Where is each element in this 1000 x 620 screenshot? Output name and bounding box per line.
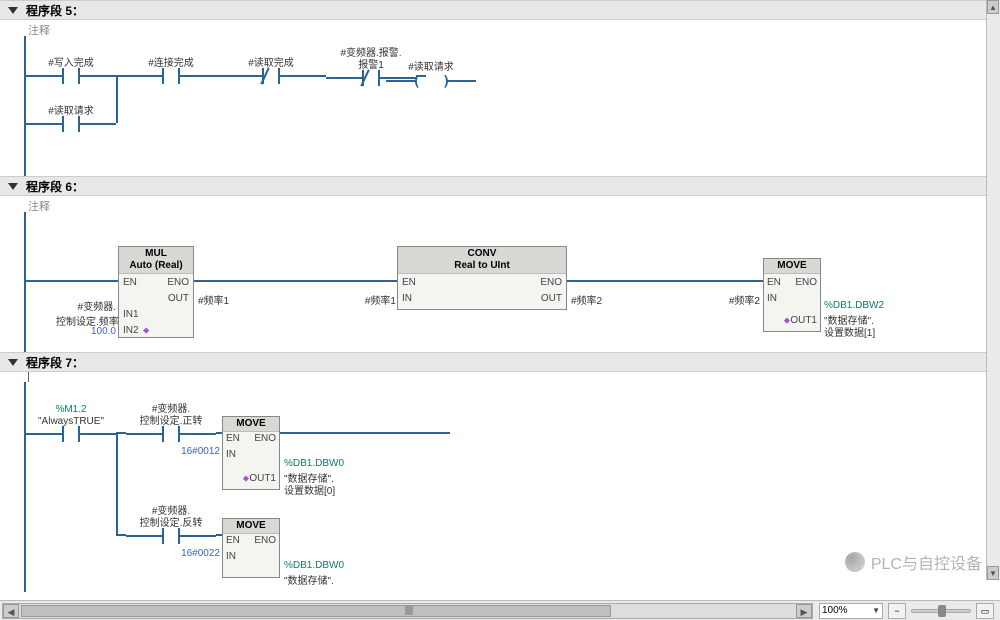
zoom-select[interactable]: 100% ▼ — [819, 603, 883, 619]
move-out-address: %DB1.DBW0 — [284, 458, 344, 469]
scroll-left-icon[interactable]: ◀ — [3, 604, 19, 618]
block-title: MOVE — [223, 417, 279, 432]
pin-in: IN — [767, 293, 777, 304]
move-block[interactable]: MOVE EN ENO IN OUT1 ⬥ — [222, 416, 280, 490]
contact-no[interactable]: #变频器. 控制设定.正转 — [126, 404, 216, 440]
contact-no[interactable]: #读取请求 — [26, 106, 116, 142]
scroll-down-icon[interactable]: ▼ — [987, 566, 999, 580]
block-subtype: Auto (Real) — [129, 260, 182, 271]
pin-in2: IN2 — [123, 325, 139, 336]
pin-en: EN — [767, 277, 781, 288]
contact-label: #变频器. — [126, 404, 216, 415]
pin-en: EN — [226, 535, 240, 546]
scroll-up-icon[interactable]: ▲ — [987, 0, 999, 14]
network-6-rung-area: MULAuto (Real) EN ENO OUT IN1 IN2 ⬥ #变频器… — [0, 212, 1000, 352]
contact-nc[interactable]: #读取完成 — [226, 58, 316, 94]
network-comment-7[interactable] — [0, 372, 1000, 382]
coil[interactable]: #读取请求 ( ) — [386, 58, 476, 94]
block-title: MOVE — [764, 259, 820, 274]
power-rail — [24, 212, 26, 352]
zoom-out-button[interactable]: − — [888, 603, 906, 619]
scrollbar-marker — [405, 605, 413, 615]
contact-label: #变频器. — [126, 506, 216, 517]
pin-out: OUT — [168, 293, 189, 304]
signal-freq1: #频率1 — [198, 292, 229, 307]
add-pin-icon[interactable]: ⬥ — [143, 325, 149, 336]
block-subtype: Real to UInt — [454, 260, 510, 271]
horizontal-scrollbar[interactable]: ◀ ▶ — [2, 603, 813, 619]
pin-out1: OUT1 — [790, 315, 817, 326]
ladder-editor-canvas[interactable]: 程序段 5： 注释 #写入完成 #连接完成 #读取完成 #变频器.报警. 报警1… — [0, 0, 1000, 600]
move-out-address: %DB1.DBW0 — [284, 560, 344, 571]
pin-eno: ENO — [254, 535, 276, 546]
add-pin-icon[interactable]: ⬥ — [243, 473, 249, 484]
network-title-7: 程序段 7： — [26, 354, 84, 371]
coil-label: #读取请求 — [386, 58, 476, 73]
move-block[interactable]: MOVE EN ENO IN OUT1 ⬥ — [763, 258, 821, 332]
contact-no[interactable]: #变频器. 控制设定.反转 — [126, 506, 216, 542]
signal-move-in: #频率2 — [718, 292, 760, 307]
network-7-rung-area: %M1.2 "AlwaysTRUE" #变频器. 控制设定.正转 MOVE EN… — [0, 382, 1000, 592]
pin-in: IN — [226, 551, 236, 562]
add-pin-icon[interactable]: ⬥ — [784, 315, 790, 326]
network-header-6[interactable]: 程序段 6： — [0, 176, 1000, 196]
contact-no[interactable]: #写入完成 — [26, 58, 116, 94]
conv-block[interactable]: CONVReal to UInt EN ENO IN OUT — [397, 246, 567, 310]
zoom-in-button[interactable]: ▭ — [976, 603, 994, 619]
pin-eno: ENO — [254, 433, 276, 444]
move-block[interactable]: MOVE EN ENO IN — [222, 518, 280, 578]
collapse-toggle-icon[interactable] — [8, 183, 18, 190]
status-bar: ◀ ▶ 100% ▼ − ▭ — [0, 600, 1000, 620]
zoom-value: 100% — [822, 605, 848, 616]
collapse-toggle-icon[interactable] — [8, 7, 18, 14]
pin-in: IN — [226, 449, 236, 460]
pin-eno: ENO — [167, 277, 189, 288]
move-out-symbol: 设置数据[0] — [284, 482, 335, 497]
block-title: MUL — [145, 248, 167, 259]
network-header-5[interactable]: 程序段 5： — [0, 0, 1000, 20]
signal-in1: #变频器. — [56, 298, 116, 313]
network-title-5: 程序段 5： — [26, 2, 84, 19]
move-out-address: %DB1.DBW2 — [824, 300, 884, 311]
mul-block[interactable]: MULAuto (Real) EN ENO OUT IN1 IN2 ⬥ — [118, 246, 194, 338]
scroll-right-icon[interactable]: ▶ — [796, 604, 812, 618]
slider-knob[interactable] — [938, 605, 946, 617]
vertical-scrollbar[interactable]: ▲ ▼ — [986, 0, 1000, 580]
literal-in2[interactable]: 100.0 — [78, 326, 116, 337]
signal-freq2: #频率2 — [571, 292, 602, 307]
network-title-6: 程序段 6： — [26, 178, 84, 195]
chevron-down-icon: ▼ — [872, 606, 880, 615]
block-title: MOVE — [223, 519, 279, 534]
collapse-toggle-icon[interactable] — [8, 359, 18, 366]
literal-move-in[interactable]: 16#0012 — [172, 446, 220, 457]
literal-move-in[interactable]: 16#0022 — [172, 548, 220, 559]
network-header-7[interactable]: 程序段 7： — [0, 352, 1000, 372]
network-5-rung-area: #写入完成 #连接完成 #读取完成 #变频器.报警. 报警1 #读取请求 ( ) — [0, 36, 1000, 176]
pin-eno: ENO — [540, 277, 562, 288]
pin-out: OUT — [541, 293, 562, 304]
scrollbar-thumb[interactable] — [21, 605, 611, 617]
pin-en: EN — [226, 433, 240, 444]
network-comment-5[interactable]: 注释 — [0, 20, 1000, 36]
pin-in: IN — [402, 293, 412, 304]
network-comment-6[interactable]: 注释 — [0, 196, 1000, 212]
move-out-symbol: "数据存储". — [284, 572, 334, 587]
move-out-symbol: 设置数据[1] — [824, 324, 875, 339]
contact-no[interactable]: #连接完成 — [126, 58, 216, 94]
contact-address: %M1.2 — [26, 404, 116, 415]
block-title: CONV — [468, 248, 497, 259]
contact-no[interactable]: %M1.2 "AlwaysTRUE" — [26, 404, 116, 440]
pin-en: EN — [123, 277, 137, 288]
signal-conv-in: #频率1 — [354, 292, 396, 307]
pin-eno: ENO — [795, 277, 817, 288]
pin-en: EN — [402, 277, 416, 288]
pin-out1: OUT1 — [249, 473, 276, 484]
pin-in1: IN1 — [123, 309, 139, 320]
zoom-slider[interactable] — [911, 609, 971, 613]
